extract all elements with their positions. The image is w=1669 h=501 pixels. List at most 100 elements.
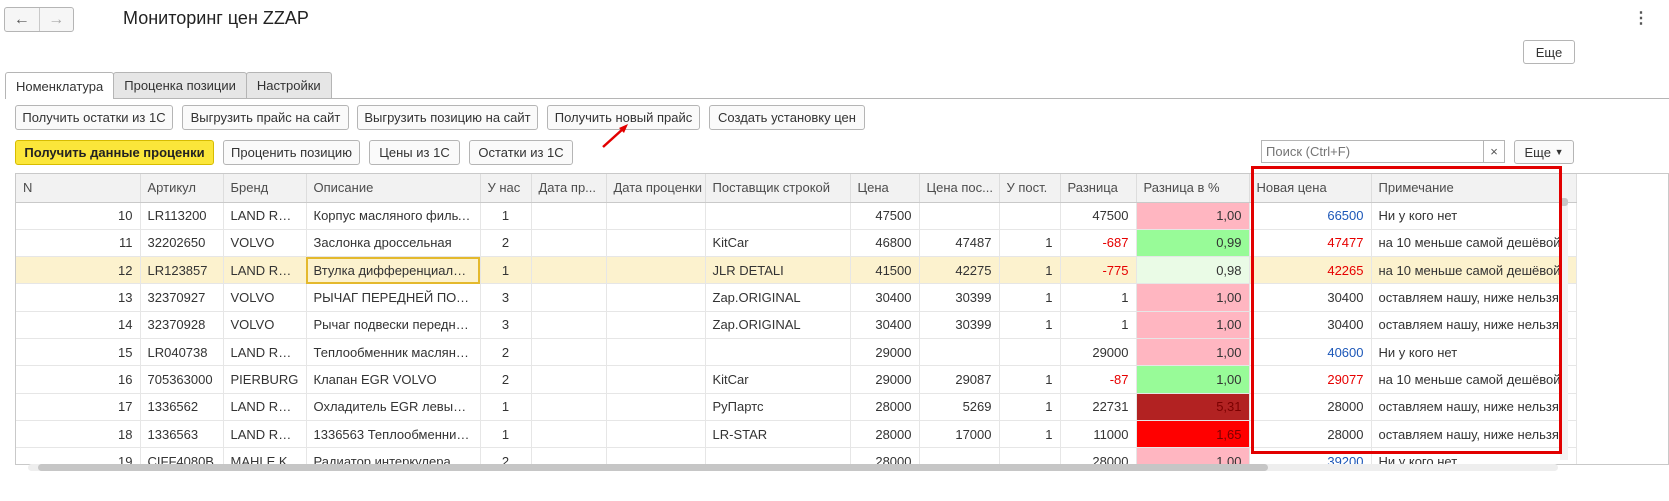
description-cell[interactable]: РЫЧАГ ПЕРЕДНЕЙ ПОД...	[306, 283, 481, 312]
difference-percent-cell[interactable]: 1,65	[1136, 420, 1250, 449]
supplier-cell[interactable]: KitCar	[705, 365, 851, 394]
price-date-cell[interactable]	[531, 202, 607, 230]
our-qty-cell[interactable]: 1	[480, 393, 532, 421]
price-cell[interactable]: 28000	[850, 447, 920, 464]
our-qty-cell[interactable]: 2	[480, 229, 532, 258]
brand-cell[interactable]: VOLVO	[223, 229, 307, 258]
pricing-date-cell[interactable]	[606, 283, 706, 312]
pricing-date-cell[interactable]	[606, 393, 706, 421]
supplier-qty-cell[interactable]: 1	[999, 256, 1061, 285]
supplier-cell[interactable]	[705, 338, 851, 367]
price-date-cell[interactable]	[531, 283, 607, 312]
supplier-cell[interactable]	[705, 447, 851, 464]
brand-cell[interactable]: LAND RO...	[223, 420, 307, 449]
price-cell[interactable]: 29000	[850, 365, 920, 394]
supplier-price-cell[interactable]	[919, 338, 1000, 367]
description-cell[interactable]: Заслонка дроссельная	[306, 229, 481, 258]
description-cell[interactable]: 1336563 Теплообменник п...	[306, 420, 481, 449]
back-arrow-icon[interactable]: ←	[5, 8, 39, 31]
price-cell[interactable]: 41500	[850, 256, 920, 285]
our-qty-cell[interactable]: 2	[480, 447, 532, 464]
article-cell[interactable]: LR040738	[140, 338, 224, 367]
pricing-date-cell[interactable]	[606, 256, 706, 285]
brand-cell[interactable]: VOLVO	[223, 283, 307, 312]
horizontal-scroll-thumb[interactable]	[38, 464, 1268, 471]
tab-position-pricing[interactable]: Проценка позиции	[113, 72, 247, 98]
supplier-cell[interactable]: РуПартс	[705, 393, 851, 421]
price-date-cell[interactable]	[531, 420, 607, 449]
our-qty-cell[interactable]: 1	[480, 420, 532, 449]
more-button-top[interactable]: Еще	[1523, 40, 1575, 64]
difference-percent-cell[interactable]: 1,00	[1136, 338, 1250, 367]
brand-cell[interactable]: VOLVO	[223, 311, 307, 339]
search-input[interactable]	[1262, 141, 1483, 162]
price-date-cell[interactable]	[531, 365, 607, 394]
supplier-qty-cell[interactable]: 1	[999, 393, 1061, 421]
supplier-qty-cell[interactable]	[999, 447, 1061, 464]
row-number[interactable]: 12	[16, 256, 141, 285]
supplier-price-cell[interactable]: 29087	[919, 365, 1000, 394]
difference-cell[interactable]: 29000	[1060, 338, 1137, 367]
price-date-cell[interactable]	[531, 229, 607, 258]
brand-cell[interactable]: PIERBURG	[223, 365, 307, 394]
row-number[interactable]: 18	[16, 420, 141, 449]
price-date-cell[interactable]	[531, 447, 607, 464]
column-header[interactable]: Дата пр...	[531, 174, 607, 203]
column-header[interactable]: Разница	[1060, 174, 1137, 203]
pricing-date-cell[interactable]	[606, 365, 706, 394]
supplier-cell[interactable]: Zap.ORIGINAL	[705, 283, 851, 312]
our-qty-cell[interactable]: 3	[480, 311, 532, 339]
clear-search-icon[interactable]: ×	[1483, 141, 1504, 162]
difference-percent-cell[interactable]: 1,00	[1136, 311, 1250, 339]
column-header[interactable]: Дата проценки	[606, 174, 706, 203]
horizontal-scrollbar[interactable]	[28, 464, 1558, 471]
difference-cell[interactable]: 47500	[1060, 202, 1137, 230]
article-cell[interactable]: 32370928	[140, 311, 224, 339]
description-cell[interactable]: Рычаг подвески передне...	[306, 311, 481, 339]
difference-percent-cell[interactable]: 1,00	[1136, 447, 1250, 464]
column-header[interactable]: N	[16, 174, 141, 203]
supplier-qty-cell[interactable]: 1	[999, 311, 1061, 339]
column-header[interactable]: Разница в %	[1136, 174, 1250, 203]
difference-cell[interactable]: -87	[1060, 365, 1137, 394]
prices-from-1c-button[interactable]: Цены из 1С	[369, 140, 460, 165]
row-number[interactable]: 17	[16, 393, 141, 421]
supplier-cell[interactable]: Zap.ORIGINAL	[705, 311, 851, 339]
price-cell[interactable]: 28000	[850, 420, 920, 449]
row-number[interactable]: 16	[16, 365, 141, 394]
difference-cell[interactable]: 1	[1060, 283, 1137, 312]
difference-percent-cell[interactable]: 1,00	[1136, 283, 1250, 312]
supplier-price-cell[interactable]	[919, 447, 1000, 464]
row-number[interactable]: 11	[16, 229, 141, 258]
article-cell[interactable]: 1336562	[140, 393, 224, 421]
article-cell[interactable]: 1336563	[140, 420, 224, 449]
column-header[interactable]: У пост.	[999, 174, 1061, 203]
supplier-qty-cell[interactable]	[999, 338, 1061, 367]
supplier-price-cell[interactable]	[919, 202, 1000, 230]
upload-position-button[interactable]: Выгрузить позицию на сайт	[357, 105, 538, 130]
supplier-price-cell[interactable]: 30399	[919, 283, 1000, 312]
brand-cell[interactable]: LAND RO...	[223, 338, 307, 367]
brand-cell[interactable]: LAND RO...	[223, 202, 307, 230]
row-number[interactable]: 10	[16, 202, 141, 230]
column-header[interactable]: У нас	[480, 174, 532, 203]
supplier-cell[interactable]	[705, 202, 851, 230]
supplier-qty-cell[interactable]: 1	[999, 420, 1061, 449]
pricing-date-cell[interactable]	[606, 202, 706, 230]
supplier-cell[interactable]: LR-STAR	[705, 420, 851, 449]
difference-percent-cell[interactable]: 1,00	[1136, 202, 1250, 230]
price-cell[interactable]: 28000	[850, 393, 920, 421]
pricing-date-cell[interactable]	[606, 447, 706, 464]
supplier-cell[interactable]: KitCar	[705, 229, 851, 258]
price-date-cell[interactable]	[531, 338, 607, 367]
article-cell[interactable]: LR113200	[140, 202, 224, 230]
supplier-price-cell[interactable]: 17000	[919, 420, 1000, 449]
column-header[interactable]: Артикул	[140, 174, 224, 203]
supplier-qty-cell[interactable]: 1	[999, 365, 1061, 394]
upload-price-button[interactable]: Выгрузить прайс на сайт	[182, 105, 349, 130]
supplier-qty-cell[interactable]: 1	[999, 283, 1061, 312]
column-header[interactable]: Цена	[850, 174, 920, 203]
price-cell[interactable]: 29000	[850, 338, 920, 367]
stock-from-1c-button[interactable]: Остатки из 1С	[469, 140, 573, 165]
difference-cell[interactable]: -687	[1060, 229, 1137, 258]
